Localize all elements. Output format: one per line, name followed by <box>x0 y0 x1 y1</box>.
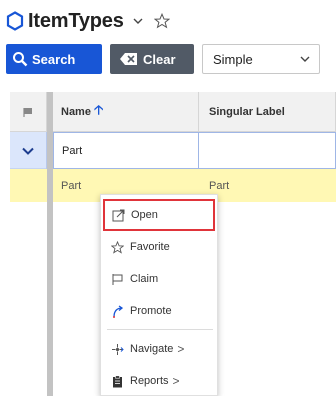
column-header-name[interactable]: Name 🡡 <box>53 92 199 132</box>
menu-item-claim[interactable]: Claim <box>101 263 219 295</box>
search-mode-value: Simple <box>213 51 253 67</box>
context-menu: Open Favorite Claim Promote Navigate > R… <box>100 194 218 396</box>
name-search-input[interactable]: Part <box>53 132 199 169</box>
chevron-down-icon <box>300 56 310 62</box>
menu-item-favorite[interactable]: Favorite <box>101 231 219 263</box>
flag-icon <box>23 108 32 117</box>
search-button[interactable]: Search <box>6 44 102 74</box>
page-title: ItemTypes <box>28 9 124 32</box>
search-row-toggle[interactable] <box>10 132 47 169</box>
menu-item-promote[interactable]: Promote <box>101 295 219 327</box>
search-icon <box>13 52 28 67</box>
backspace-icon <box>120 53 137 65</box>
clear-button-label: Clear <box>143 51 176 67</box>
search-criteria-row: Part <box>10 132 336 169</box>
menu-item-label: Navigate <box>130 343 174 355</box>
toolbar: Search Clear Simple <box>6 44 320 74</box>
cell-singular-label[interactable]: Part <box>199 169 336 202</box>
search-button-label: Search <box>32 51 76 67</box>
menu-item-reports[interactable]: Reports > <box>101 365 219 396</box>
sort-ascending-icon: 🡡 <box>93 102 104 117</box>
menu-item-label: Claim <box>130 273 159 285</box>
star-outline-icon <box>111 240 124 254</box>
flag-outline-icon <box>112 273 123 285</box>
chevron-down-icon <box>22 147 34 155</box>
column-header-name-label: Name <box>61 106 91 118</box>
menu-item-label: Promote <box>130 305 172 317</box>
clear-button[interactable]: Clear <box>110 44 194 74</box>
menu-item-navigate[interactable]: Navigate > <box>101 333 219 365</box>
star-outline-icon[interactable] <box>153 13 170 29</box>
menu-item-label: Open <box>131 209 158 221</box>
menu-item-label: Favorite <box>130 241 170 253</box>
menu-item-open[interactable]: Open <box>103 199 215 231</box>
column-splitter <box>47 202 53 396</box>
column-header-singular-label-text: Singular Label <box>209 106 285 118</box>
menu-item-label: Reports <box>130 375 169 387</box>
singular-label-search-input[interactable] <box>199 132 336 169</box>
search-mode-select[interactable]: Simple <box>202 44 320 74</box>
flag-column-header[interactable] <box>10 92 47 132</box>
clipboard-icon <box>113 375 122 387</box>
column-header-singular-label[interactable]: Singular Label <box>199 92 336 132</box>
promote-arc-icon <box>113 304 124 318</box>
navigate-icon <box>112 343 124 355</box>
chevron-down-icon[interactable] <box>132 15 144 27</box>
submenu-chevron-icon: > <box>172 374 180 388</box>
open-external-icon <box>112 209 125 221</box>
submenu-chevron-icon: > <box>177 342 185 356</box>
grid-header: Name 🡡 Singular Label <box>10 92 336 132</box>
hexagon-outline-icon <box>6 11 24 31</box>
row-flag-cell[interactable] <box>10 169 47 202</box>
page-header: ItemTypes <box>6 8 170 34</box>
menu-divider <box>107 329 213 330</box>
